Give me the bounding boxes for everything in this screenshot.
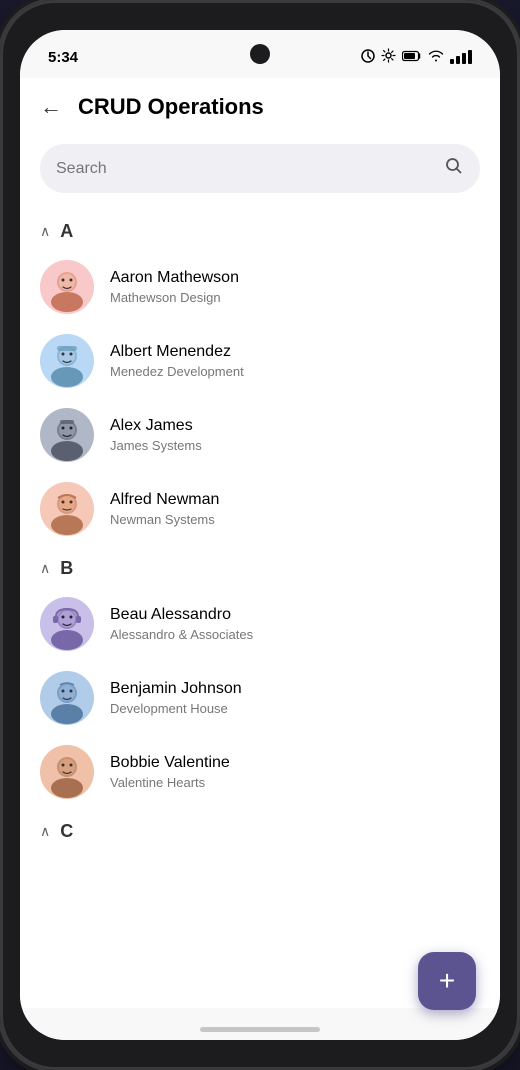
contact-item-alfred[interactable]: Alfred Newman Newman Systems bbox=[20, 472, 500, 546]
avatar-alex bbox=[40, 408, 94, 462]
avatar-aaron bbox=[40, 260, 94, 314]
contact-info-benjamin: Benjamin Johnson Development House bbox=[110, 680, 242, 716]
status-time: 5:34 bbox=[48, 49, 78, 66]
contact-company-aaron: Mathewson Design bbox=[110, 290, 239, 305]
screen: 5:34 bbox=[20, 30, 500, 1040]
contact-item-alex[interactable]: Alex James James Systems bbox=[20, 398, 500, 472]
contact-name-beau: Beau Alessandro bbox=[110, 606, 253, 624]
status-icons bbox=[361, 48, 472, 67]
contact-item-albert[interactable]: Albert Menendez Menedez Development bbox=[20, 324, 500, 398]
avatar-albert bbox=[40, 334, 94, 388]
section-c: ∧ C bbox=[20, 809, 500, 850]
contact-name-alfred: Alfred Newman bbox=[110, 491, 219, 509]
bottom-bar bbox=[20, 1008, 500, 1040]
contact-info-alex: Alex James James Systems bbox=[110, 417, 202, 453]
avatar-bobbie bbox=[40, 745, 94, 799]
contact-info-aaron: Aaron Mathewson Mathewson Design bbox=[110, 269, 239, 305]
section-letter-b: B bbox=[60, 558, 73, 579]
search-container bbox=[20, 136, 500, 209]
search-bar bbox=[40, 144, 480, 193]
search-input[interactable] bbox=[56, 160, 444, 178]
contact-info-beau: Beau Alessandro Alessandro & Associates bbox=[110, 606, 253, 642]
section-letter-a: A bbox=[60, 221, 73, 242]
wifi-icon bbox=[428, 50, 444, 65]
home-indicator bbox=[200, 1027, 320, 1032]
app-header: ← CRUD Operations bbox=[20, 78, 500, 136]
chevron-a-icon[interactable]: ∧ bbox=[40, 223, 50, 240]
contact-info-albert: Albert Menendez Menedez Development bbox=[110, 343, 244, 379]
settings-icon bbox=[381, 48, 396, 66]
contact-info-bobbie: Bobbie Valentine Valentine Hearts bbox=[110, 754, 230, 790]
contact-item-aaron[interactable]: Aaron Mathewson Mathewson Design bbox=[20, 250, 500, 324]
contact-item-bobbie[interactable]: Bobbie Valentine Valentine Hearts bbox=[20, 735, 500, 809]
section-a: ∧ A bbox=[20, 209, 500, 546]
section-header-b: ∧ B bbox=[20, 546, 500, 587]
camera-notch bbox=[250, 44, 270, 64]
section-letter-c: C bbox=[60, 821, 73, 842]
contact-name-benjamin: Benjamin Johnson bbox=[110, 680, 242, 698]
avatar-benjamin bbox=[40, 671, 94, 725]
app-content: ← CRUD Operations ∧ bbox=[20, 78, 500, 1008]
add-icon: + bbox=[439, 967, 455, 995]
back-button[interactable]: ← bbox=[40, 94, 62, 120]
phone-frame: 5:34 bbox=[0, 0, 520, 1070]
contact-company-bobbie: Valentine Hearts bbox=[110, 775, 230, 790]
avatar-alfred bbox=[40, 482, 94, 536]
contact-item-beau[interactable]: Beau Alessandro Alessandro & Associates bbox=[20, 587, 500, 661]
section-header-c: ∧ C bbox=[20, 809, 500, 850]
contact-name-aaron: Aaron Mathewson bbox=[110, 269, 239, 287]
contact-company-alfred: Newman Systems bbox=[110, 512, 219, 527]
section-b: ∧ B bbox=[20, 546, 500, 809]
contact-company-alex: James Systems bbox=[110, 438, 202, 453]
avatar-beau bbox=[40, 597, 94, 651]
page-title: CRUD Operations bbox=[78, 94, 264, 120]
signal-bars-icon bbox=[450, 50, 472, 64]
search-icon[interactable] bbox=[444, 156, 464, 181]
data-saver-icon bbox=[361, 48, 375, 67]
contact-company-beau: Alessandro & Associates bbox=[110, 627, 253, 642]
contact-info-alfred: Alfred Newman Newman Systems bbox=[110, 491, 219, 527]
section-header-a: ∧ A bbox=[20, 209, 500, 250]
contact-company-benjamin: Development House bbox=[110, 701, 242, 716]
contact-company-albert: Menedez Development bbox=[110, 364, 244, 379]
contact-item-benjamin[interactable]: Benjamin Johnson Development House bbox=[20, 661, 500, 735]
contact-name-bobbie: Bobbie Valentine bbox=[110, 754, 230, 772]
chevron-c-icon[interactable]: ∧ bbox=[40, 823, 50, 840]
contact-name-alex: Alex James bbox=[110, 417, 202, 435]
contact-name-albert: Albert Menendez bbox=[110, 343, 244, 361]
battery-icon bbox=[402, 50, 422, 65]
chevron-b-icon[interactable]: ∧ bbox=[40, 560, 50, 577]
add-contact-button[interactable]: + bbox=[418, 952, 476, 1010]
